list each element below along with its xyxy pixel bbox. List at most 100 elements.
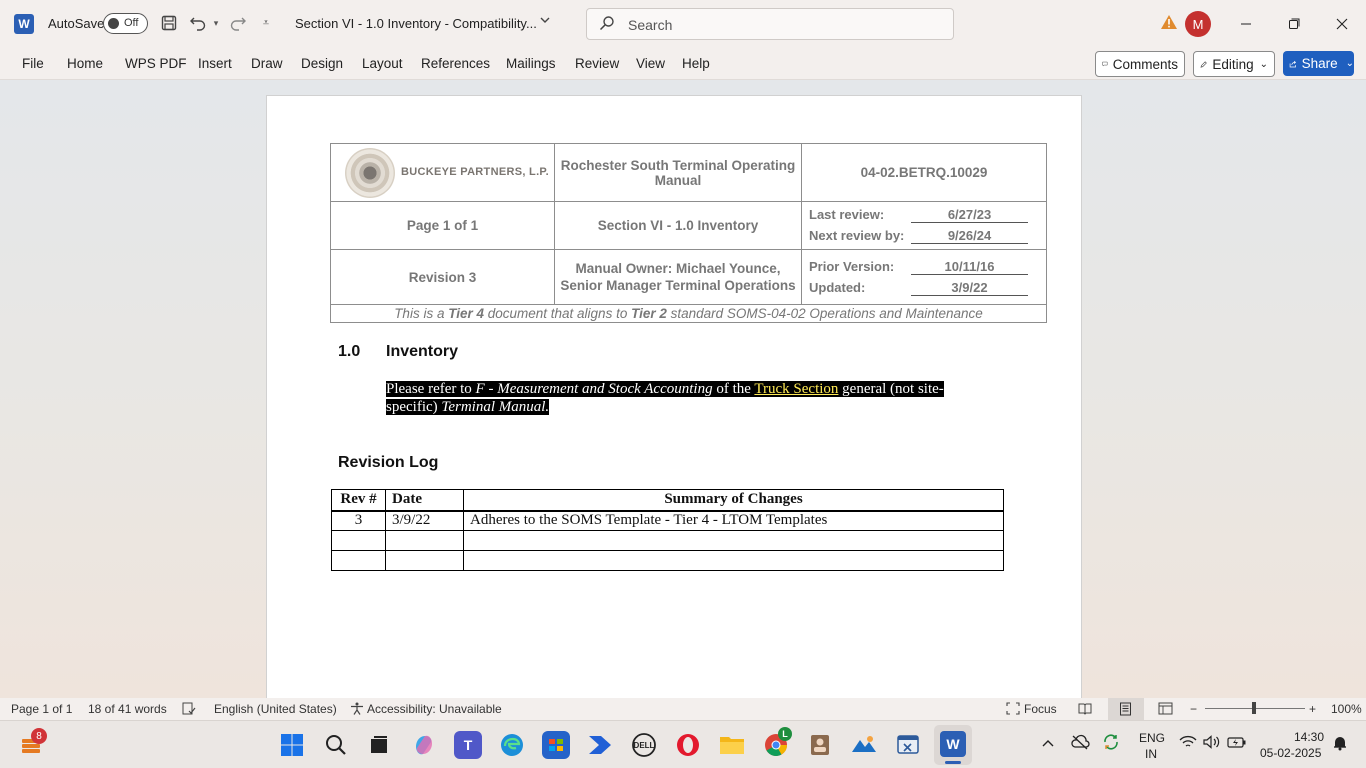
close-icon[interactable]	[1327, 10, 1357, 38]
table-cell	[463, 550, 1004, 571]
document-page[interactable]: BUCKEYE PARTNERS, L.P. Rochester South T…	[266, 95, 1082, 698]
menu-view[interactable]: View	[636, 56, 665, 71]
status-language[interactable]: English (United States)	[214, 702, 337, 716]
clock-time[interactable]: 14:30	[1294, 730, 1324, 744]
menu-mailings[interactable]: Mailings	[506, 56, 556, 71]
dell-icon[interactable]: DELL	[630, 731, 658, 759]
redo-icon[interactable]	[228, 13, 248, 33]
start-icon[interactable]	[278, 731, 306, 759]
menu-references[interactable]: References	[421, 56, 490, 71]
sync-icon[interactable]	[1102, 733, 1120, 754]
customize-toolbar-icon[interactable]: ⩡	[256, 13, 276, 33]
owner-line-1: Manual Owner: Michael Younce,	[575, 261, 781, 276]
photos-app-icon[interactable]	[850, 731, 878, 759]
pencil-icon	[1200, 60, 1207, 68]
clock-date[interactable]: 05-02-2025	[1260, 746, 1321, 760]
menu-draw[interactable]: Draw	[251, 56, 283, 71]
proofing-icon[interactable]	[182, 702, 196, 718]
widgets-icon[interactable]: 8	[19, 728, 47, 757]
selected-paragraph[interactable]: Please refer to F - Measurement and Stoc…	[386, 380, 986, 416]
save-icon[interactable]	[159, 13, 179, 33]
focus-icon[interactable]	[1006, 702, 1020, 718]
table-cell	[463, 530, 1004, 551]
document-canvas[interactable]: BUCKEYE PARTNERS, L.P. Rochester South T…	[0, 80, 1366, 698]
document-title[interactable]: Section VI - 1.0 Inventory - Compatibili…	[295, 16, 537, 31]
word-app-icon[interactable]: W	[14, 14, 34, 34]
updated-label: Updated:	[809, 279, 866, 295]
print-layout-button[interactable]	[1108, 698, 1144, 720]
menu-insert[interactable]: Insert	[198, 56, 232, 71]
word-taskbar-button[interactable]: W	[934, 725, 972, 765]
autosave-toggle[interactable]: Off	[103, 13, 148, 34]
contacts-app-icon[interactable]	[806, 731, 834, 759]
company-logo-cell: BUCKEYE PARTNERS, L.P.	[330, 143, 555, 202]
section-heading: Inventory	[386, 343, 459, 360]
notifications-icon[interactable]	[1332, 735, 1348, 754]
autosave-state: Off	[124, 17, 139, 29]
zoom-level[interactable]: 100%	[1331, 702, 1362, 716]
undo-dropdown-icon[interactable]: ▾	[206, 13, 226, 33]
company-name: BUCKEYE PARTNERS, L.P.	[401, 166, 549, 178]
web-layout-icon[interactable]	[1158, 702, 1173, 718]
menu-file[interactable]: File	[22, 56, 44, 71]
undo-icon[interactable]	[188, 13, 208, 33]
truck-section-link[interactable]: Truck Section	[754, 381, 838, 397]
volume-icon[interactable]	[1203, 735, 1221, 752]
zoom-in-button[interactable]: +	[1309, 702, 1316, 716]
share-icon	[1289, 60, 1297, 67]
comments-button[interactable]: Comments	[1095, 51, 1185, 77]
active-indicator	[945, 761, 961, 764]
edge-icon[interactable]	[498, 731, 526, 759]
hidden-icons-chevron[interactable]	[1041, 737, 1055, 751]
focus-button[interactable]: Focus	[1024, 702, 1057, 716]
language-line-2[interactable]: IN	[1145, 747, 1157, 761]
editing-mode-button[interactable]: Editing ⌄	[1193, 51, 1275, 77]
column-header-summary: Summary of Changes	[463, 489, 1004, 512]
task-view-icon[interactable]	[365, 731, 393, 759]
power-automate-icon[interactable]	[586, 731, 614, 759]
status-page[interactable]: Page 1 of 1	[11, 702, 72, 716]
menu-wps-pdf[interactable]: WPS PDF	[125, 56, 187, 71]
page-indicator: Page 1 of 1	[330, 201, 555, 250]
snipping-tool-icon[interactable]	[894, 731, 922, 759]
microsoft-store-icon[interactable]	[542, 731, 570, 759]
menu-layout[interactable]: Layout	[362, 56, 403, 71]
read-mode-icon[interactable]	[1078, 702, 1092, 718]
search-input[interactable]: Search	[586, 8, 954, 40]
language-line-1[interactable]: ENG	[1139, 731, 1165, 745]
comments-label: Comments	[1112, 56, 1178, 72]
zoom-out-button[interactable]: −	[1190, 702, 1197, 716]
teams-icon[interactable]: T	[454, 731, 482, 759]
share-label: Share	[1301, 56, 1338, 71]
file-explorer-icon[interactable]	[718, 731, 746, 759]
copilot-icon[interactable]	[410, 731, 438, 759]
menu-review[interactable]: Review	[575, 56, 619, 71]
menu-help[interactable]: Help	[682, 56, 710, 71]
chrome-icon[interactable]: L	[762, 727, 792, 759]
onedrive-icon[interactable]	[1070, 734, 1090, 753]
table-cell	[331, 550, 386, 571]
avatar[interactable]: M	[1185, 11, 1211, 37]
search-placeholder: Search	[628, 17, 673, 33]
menu-design[interactable]: Design	[301, 56, 343, 71]
zoom-slider-handle[interactable]	[1252, 702, 1256, 714]
chevron-down-icon[interactable]	[538, 13, 552, 30]
opera-icon[interactable]	[674, 731, 702, 759]
version-dates: Prior Version: 10/11/16 Updated: 3/9/22	[801, 249, 1047, 305]
word-icon: W	[940, 731, 966, 757]
warning-icon[interactable]	[1160, 14, 1178, 35]
notification-badge: 8	[31, 728, 47, 744]
accessibility-icon[interactable]	[350, 702, 364, 718]
menu-home[interactable]: Home	[67, 56, 103, 71]
search-icon[interactable]	[322, 731, 350, 759]
wifi-icon[interactable]	[1179, 735, 1197, 752]
status-bar: Page 1 of 1 18 of 41 words English (Unit…	[0, 698, 1366, 720]
table-cell	[385, 550, 464, 571]
status-accessibility[interactable]: Accessibility: Unavailable	[367, 702, 502, 716]
maximize-icon[interactable]	[1279, 10, 1309, 38]
battery-icon[interactable]	[1227, 735, 1247, 752]
share-button[interactable]: Share ⌄	[1283, 51, 1354, 76]
status-word-count[interactable]: 18 of 41 words	[88, 702, 167, 716]
table-cell: 3/9/22	[385, 510, 464, 531]
minimize-icon[interactable]	[1231, 10, 1261, 38]
